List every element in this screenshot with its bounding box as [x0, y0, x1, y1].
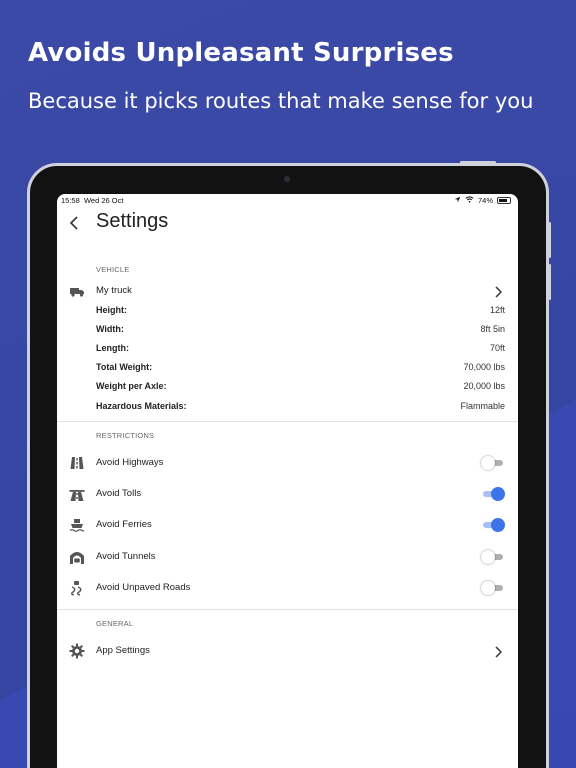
chevron-left-icon[interactable] — [69, 214, 79, 237]
avoid-highways-toggle[interactable] — [481, 456, 505, 470]
tablet-volume-down-button — [548, 264, 551, 300]
vehicle-spec-row: Height: 12ft — [57, 301, 518, 321]
restriction-row-highways[interactable]: Avoid Highways — [57, 453, 518, 473]
section-label-vehicle: VEHICLE — [96, 265, 130, 274]
avoid-tolls-toggle[interactable] — [481, 487, 505, 501]
gear-icon — [69, 643, 85, 659]
chevron-right-icon — [494, 281, 503, 301]
highway-icon — [69, 455, 85, 471]
section-label-general: GENERAL — [96, 619, 134, 628]
spec-label: Weight per Axle: — [96, 381, 167, 391]
vehicle-name: My truck — [96, 285, 132, 296]
spec-value: 8ft 5in — [480, 324, 505, 334]
restriction-row-ferries[interactable]: Avoid Ferries — [57, 515, 518, 535]
headline: Avoids Unpleasant Surprises — [28, 38, 454, 68]
wifi-icon — [465, 196, 474, 205]
spec-label: Width: — [96, 324, 124, 334]
restriction-label: Avoid Tolls — [96, 488, 142, 499]
vehicle-spec-row: Hazardous Materials: Flammable — [57, 397, 518, 417]
spec-value: 20,000 lbs — [463, 381, 505, 391]
status-time-date: 15:58 Wed 26 Oct — [61, 196, 123, 205]
location-arrow-icon — [454, 196, 461, 205]
spec-label: Height: — [96, 305, 127, 315]
spec-label: Length: — [96, 343, 129, 353]
spec-value: 70,000 lbs — [463, 362, 505, 372]
divider — [57, 609, 518, 610]
restriction-row-unpaved[interactable]: Avoid Unpaved Roads — [57, 578, 518, 598]
restriction-row-tolls[interactable]: Avoid Tolls — [57, 484, 518, 504]
tablet-volume-up-button — [548, 222, 551, 258]
status-time: 15:58 — [61, 196, 80, 205]
vehicle-row-my-truck[interactable]: My truck — [57, 281, 518, 301]
tablet-camera — [284, 176, 290, 182]
truck-icon — [69, 283, 85, 299]
app-screen: 15:58 Wed 26 Oct 74% Settings VEHICLE My… — [57, 194, 518, 768]
tablet-top-button — [460, 161, 496, 164]
spec-value: Flammable — [460, 401, 505, 411]
vehicle-spec-row: Length: 70ft — [57, 339, 518, 359]
ferry-icon — [69, 517, 85, 533]
tunnel-icon — [69, 549, 85, 565]
status-indicators: 74% — [454, 196, 511, 205]
battery-percent: 74% — [477, 196, 493, 205]
restriction-label: Avoid Tunnels — [96, 551, 156, 562]
spec-value: 12ft — [489, 305, 505, 315]
general-row-app-settings[interactable]: App Settings — [57, 641, 518, 661]
avoid-unpaved-roads-toggle[interactable] — [481, 581, 505, 595]
battery-icon — [497, 197, 511, 204]
page-title: Settings — [96, 210, 169, 232]
spec-label: Total Weight: — [96, 362, 153, 372]
status-bar: 15:58 Wed 26 Oct 74% — [57, 194, 518, 208]
restriction-row-tunnels[interactable]: Avoid Tunnels — [57, 547, 518, 567]
chevron-right-icon — [494, 641, 503, 661]
avoid-ferries-toggle[interactable] — [481, 518, 505, 532]
status-date: Wed 26 Oct — [83, 196, 124, 205]
general-label: App Settings — [96, 645, 150, 656]
toll-road-icon — [69, 486, 85, 502]
subheadline: Because it picks routes that make sense … — [28, 89, 534, 113]
navigation-bar: Settings — [57, 208, 518, 244]
vehicle-spec-row: Total Weight: 70,000 lbs — [57, 358, 518, 378]
avoid-tunnels-toggle[interactable] — [481, 550, 505, 564]
spec-value: 70ft — [489, 343, 505, 353]
spec-label: Hazardous Materials: — [96, 401, 187, 411]
section-label-restrictions: RESTRICTIONS — [96, 431, 155, 440]
restriction-label: Avoid Unpaved Roads — [96, 582, 191, 593]
restriction-label: Avoid Ferries — [96, 519, 152, 530]
divider — [57, 421, 518, 422]
vehicle-spec-row: Width: 8ft 5in — [57, 320, 518, 340]
vehicle-spec-row: Weight per Axle: 20,000 lbs — [57, 377, 518, 397]
restriction-label: Avoid Highways — [96, 457, 164, 468]
unpaved-road-icon — [69, 580, 85, 596]
